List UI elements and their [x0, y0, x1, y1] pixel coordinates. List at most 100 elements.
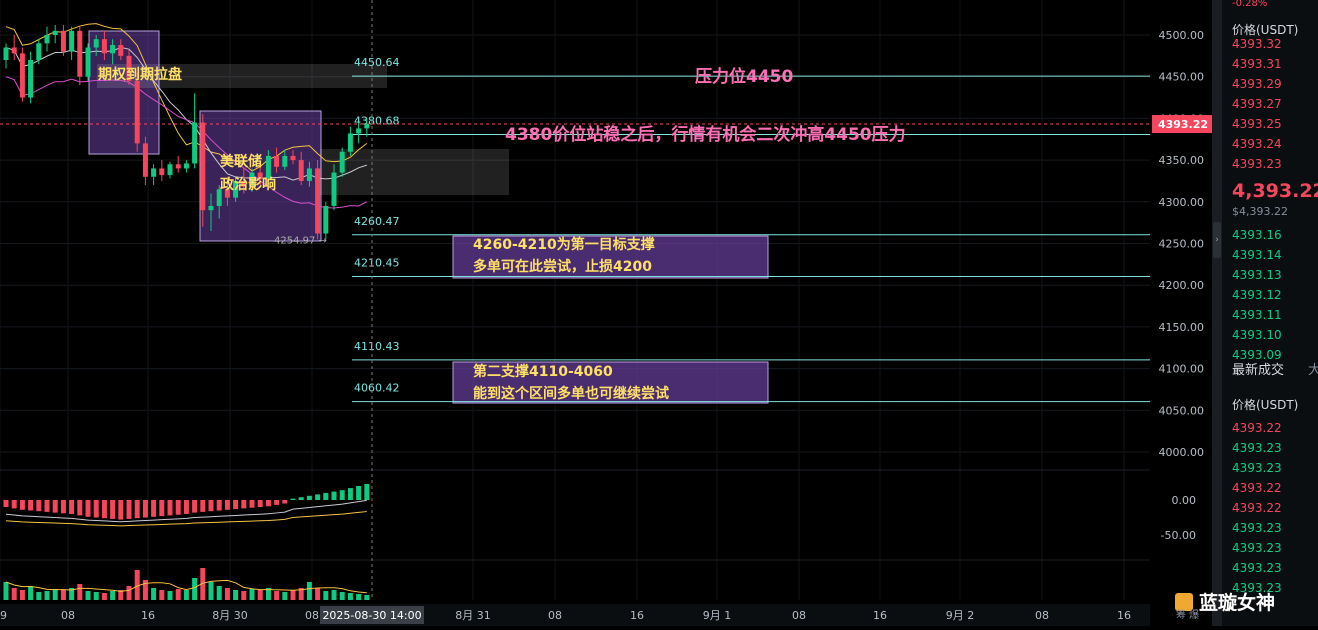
volume-bar: [77, 584, 83, 600]
annot-support1-1: 4260-4210为第一目标支撑: [473, 236, 655, 253]
candle-body: [28, 60, 34, 98]
macd-bar: [85, 500, 91, 517]
volume-bar: [167, 591, 173, 600]
candle-body: [77, 30, 83, 77]
candle-body: [331, 172, 337, 206]
candle-body: [290, 155, 296, 161]
volume-bar: [101, 593, 107, 600]
annot-breakout: 4380价位站稳之后，行情有机会二次冲高4450压力: [505, 124, 906, 145]
macd-bar: [192, 500, 198, 513]
price-chart[interactable]: 4450.64 4380.68 4260.47 4210.45 4110.43 4060.…: [0, 0, 1218, 626]
orderbook-row[interactable]: 4393.24: [1222, 134, 1318, 154]
last-price-usd: $4,393.22: [1232, 205, 1288, 218]
candle-body: [192, 122, 198, 164]
macd-bar: [315, 494, 321, 500]
candle-body: [11, 47, 17, 54]
volume-bar: [151, 588, 157, 600]
volume-bar: [306, 582, 312, 600]
macd-bar: [77, 500, 83, 516]
orderbook-row[interactable]: 4393.12: [1222, 285, 1318, 305]
candle-body: [44, 35, 50, 44]
chart-area[interactable]: 4450.64 4380.68 4260.47 4210.45 4110.43 4060.…: [0, 0, 1218, 626]
annot-support2-1: 第二支撑4110-4060: [473, 363, 613, 380]
macd-bar: [19, 500, 25, 510]
macd-bar: [52, 500, 58, 513]
macd-bar: [249, 500, 255, 508]
macd-bar: [60, 500, 66, 514]
candle-body: [93, 39, 99, 48]
footer-tabs[interactable]: 筹 爆: [1176, 606, 1199, 621]
price-tick-label: 4150.00: [1159, 321, 1205, 334]
orderbook-row[interactable]: 4393.31: [1222, 54, 1318, 74]
current-price-tag-label: 4393.22: [1158, 118, 1208, 131]
macd-bar: [306, 495, 312, 500]
orderbook-panel: -0.28% 价格(USDT) 4393.32 4393.31 4393.29 439…: [1222, 0, 1318, 626]
annotation-zones: [88, 30, 769, 404]
orderbook-row[interactable]: 4393.29: [1222, 74, 1318, 94]
tab-latest-trades[interactable]: 最新成交 大: [1222, 361, 1318, 381]
candle-body: [274, 155, 280, 167]
price-tick-label: 4250.00: [1159, 238, 1205, 251]
time-tick-label: 08: [1035, 609, 1049, 622]
macd-bar: [134, 500, 140, 519]
orderbook-row[interactable]: 4393.25: [1222, 114, 1318, 134]
time-tick-label: 08: [548, 609, 562, 622]
candle-body: [208, 205, 214, 211]
macd-bar: [175, 500, 181, 515]
candle-body: [60, 30, 66, 52]
orderbook-row[interactable]: 4393.10: [1222, 325, 1318, 345]
candle-body: [347, 133, 353, 152]
orderbook-row[interactable]: 4393.11: [1222, 305, 1318, 325]
volume-bar: [175, 589, 181, 600]
volume-bar: [60, 590, 66, 600]
orderbook-row[interactable]: 4393.32: [1222, 34, 1318, 54]
price-tick-label: 4500.00: [1159, 29, 1205, 42]
low-marker-label: 4254.97 →: [274, 235, 327, 246]
candle-body: [339, 151, 345, 173]
tab-big-trades[interactable]: 大: [1308, 361, 1318, 381]
annot-support2-2: 能到这个区间多单也可继续尝试: [473, 385, 669, 402]
time-tick-label: 9: [0, 609, 7, 622]
volume-pane: [3, 568, 370, 600]
orderbook-row[interactable]: 4393.23: [1222, 154, 1318, 174]
macd-bar: [110, 500, 116, 519]
candle-body: [52, 30, 58, 35]
candle-body: [134, 80, 140, 144]
macd-bar: [101, 500, 107, 519]
panel-divider[interactable]: [1212, 0, 1222, 626]
macd-bar: [142, 500, 148, 518]
candle-body: [200, 122, 206, 211]
trade-row: 4393.22: [1232, 501, 1282, 515]
trade-row: 4393.22: [1232, 421, 1282, 435]
candle-body: [323, 205, 329, 234]
annot-fed-2: 政治影响: [220, 176, 276, 193]
macd-bar: [282, 500, 288, 504]
macd-bar: [167, 500, 173, 516]
time-tick-label: 16: [1117, 609, 1131, 622]
crosshair-time-label: 2025-08-30 14:00: [322, 609, 421, 622]
candle-body: [3, 47, 9, 61]
volume-bar: [19, 590, 25, 600]
trade-row: 4393.23: [1232, 521, 1282, 535]
collapse-icon[interactable]: ›: [1213, 222, 1221, 258]
macd-bar: [339, 490, 345, 500]
time-tick-label: 8月 31: [455, 609, 491, 622]
price-tick-label: 4350.00: [1159, 154, 1205, 167]
volume-bar: [11, 588, 17, 600]
trade-row: 4393.23: [1232, 461, 1282, 475]
macd-bar: [93, 500, 99, 518]
orderbook-row[interactable]: 4393.27: [1222, 94, 1318, 114]
price-tick-label: 4200.00: [1159, 279, 1205, 292]
volume-bar: [3, 582, 9, 600]
macd-bar: [183, 500, 189, 514]
orderbook-row[interactable]: 4393.13: [1222, 265, 1318, 285]
volume-bar: [323, 591, 329, 600]
volume-bar: [241, 591, 247, 600]
orderbook-row[interactable]: 4393.16: [1222, 225, 1318, 245]
orderbook-row[interactable]: 4393.14: [1222, 245, 1318, 265]
trades-header: 价格(USDT): [1232, 398, 1299, 412]
macd-bar: [290, 498, 296, 500]
time-tick-label: 08: [305, 609, 319, 622]
annot-option-expiry: 期权到期拉盘: [98, 66, 182, 83]
trade-row: 4393.22: [1232, 481, 1282, 495]
